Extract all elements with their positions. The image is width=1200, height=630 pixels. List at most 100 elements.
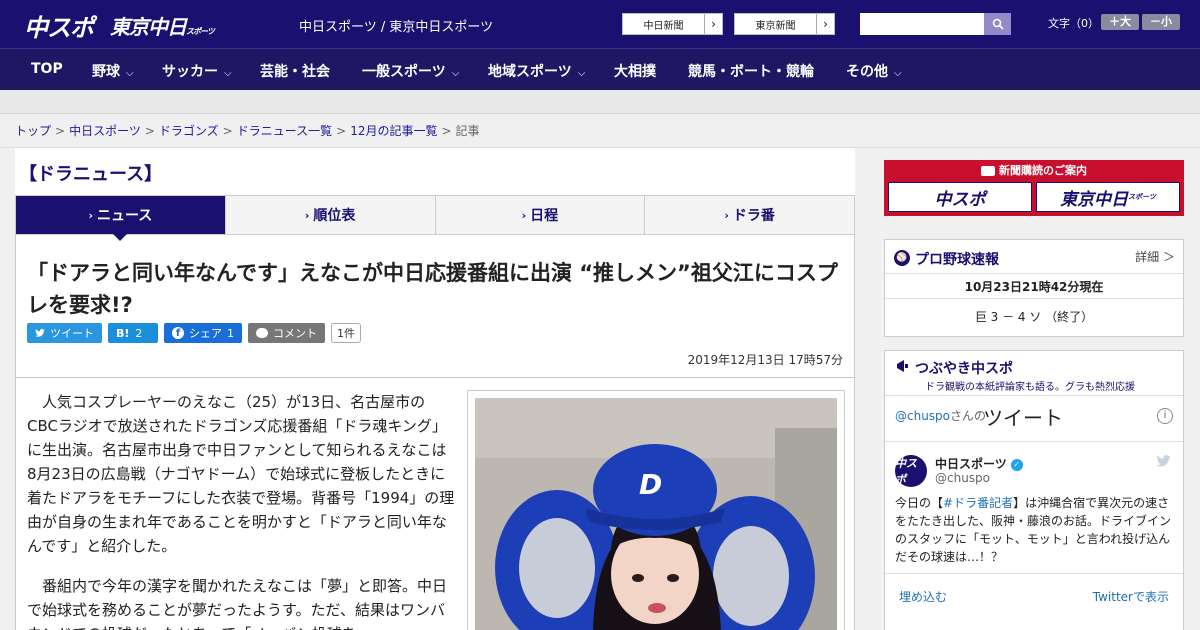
- breadcrumb-link[interactable]: 12月の記事一覧: [350, 124, 437, 138]
- tab-news[interactable]: › ニュース: [16, 196, 226, 241]
- twitter-bird-icon[interactable]: [1156, 455, 1171, 471]
- chunichi-sports-logo[interactable]: 中スポ: [24, 8, 94, 43]
- baseball-score-widget: ⚾ プロ野球速報 詳細 ＞ 10月23日21時42分現在 巨 3 － 4 ソ （…: [884, 239, 1184, 337]
- article-photo-frame: D: [467, 390, 845, 630]
- nav-label: サッカー: [162, 64, 218, 80]
- tweet-button[interactable]: ツイート: [27, 323, 102, 343]
- font-smaller-button[interactable]: －小: [1142, 14, 1180, 30]
- newspaper-icon: [981, 166, 995, 176]
- chevron-down-icon: ⌵: [224, 68, 232, 79]
- search-input[interactable]: [860, 13, 984, 35]
- chevron-right-icon: ›: [304, 208, 310, 222]
- chevron-right-icon: ›: [816, 14, 834, 34]
- breadcrumb-link[interactable]: ドラニュース一覧: [237, 124, 332, 138]
- info-icon[interactable]: i: [1157, 408, 1173, 424]
- tweet-account[interactable]: 中日スポーツ ✓: [935, 455, 1023, 472]
- tab-label: 順位表: [313, 208, 356, 224]
- article-paragraph: 人気コスプレーヤーのえなこ（25）が13日、名古屋市のCBCラジオで放送されたド…: [27, 393, 455, 555]
- nav-entertainment[interactable]: 芸能・社会: [260, 61, 330, 81]
- sub-nav-strip: [0, 90, 1200, 114]
- chevron-right-icon: ›: [724, 208, 729, 222]
- tweets-widget-subtitle: ドラ観戦の本紙評論家も語る。グラも熱烈応援: [925, 382, 1135, 393]
- site-header: 中スポ 東京中日スポーツ 中日スポーツ / 東京中日スポーツ 中日新聞 › 東京…: [0, 0, 1200, 48]
- subscription-banner-text: 新聞購読のご案内: [999, 164, 1087, 177]
- megaphone-icon: [896, 359, 910, 373]
- chevron-down-icon: ⌵: [451, 68, 460, 79]
- tweet-screen-name[interactable]: @chuspo: [935, 471, 990, 485]
- nav-other[interactable]: その他 ⌵: [846, 61, 902, 81]
- article-header: 「ドアラと同い年なんです」えなこが中日応援番組に出演 “推しメン”祖父江にコスプ…: [15, 235, 855, 377]
- facebook-share-button[interactable]: f シェア 1: [164, 323, 242, 343]
- tab-dora-ban[interactable]: › ドラ番: [645, 196, 854, 234]
- chevron-down-icon: ⌵: [894, 68, 902, 79]
- section-title: 【ドラニュース】: [19, 164, 163, 185]
- baseball-detail-link[interactable]: 詳細 ＞: [1135, 248, 1175, 265]
- tokyo-chunichi-logo[interactable]: 東京中日スポーツ: [110, 11, 215, 40]
- comment-button[interactable]: コメント: [248, 323, 325, 343]
- tab-label: ドラ番: [732, 208, 775, 224]
- nav-label: 芸能・社会: [260, 64, 330, 80]
- nav-regional-sports[interactable]: 地域スポーツ ⌵: [488, 61, 585, 81]
- chunichi-shimbun-link[interactable]: 中日新聞 ›: [622, 13, 723, 35]
- tweets-widget-title: つぶやき中スポ: [915, 361, 1013, 377]
- nav-label: 競馬・ボート・競輪: [688, 64, 814, 80]
- embed-link[interactable]: 埋め込む: [899, 588, 947, 605]
- tab-standings[interactable]: › 順位表: [226, 196, 436, 234]
- tweet-account-name: 中日スポーツ: [935, 457, 1007, 471]
- breadcrumb-separator: >: [144, 124, 155, 138]
- breadcrumb-link[interactable]: ドラゴンズ: [159, 124, 219, 138]
- site-description: 中日スポーツ / 東京中日スポーツ: [299, 20, 494, 35]
- comment-count: 1件: [331, 323, 361, 343]
- baseball-score-row[interactable]: 巨 3 － 4 ソ （終了）: [885, 308, 1183, 325]
- nav-soccer[interactable]: サッカー ⌵: [162, 61, 232, 81]
- article-body: 人気コスプレーヤーのえなこ（25）が13日、名古屋市のCBCラジオで放送されたド…: [15, 377, 855, 630]
- font-larger-button[interactable]: ＋大: [1101, 14, 1139, 30]
- main-nav: TOP 野球 ⌵ サッカー ⌵ 芸能・社会 一般スポーツ ⌵ 地域スポーツ ⌵ 大相撲 …: [0, 48, 1200, 90]
- subscription-banner[interactable]: 新聞購読のご案内 中スポ 東京中日 スポーツ: [884, 160, 1184, 216]
- nav-baseball[interactable]: 野球 ⌵: [92, 61, 134, 81]
- verified-badge-icon: ✓: [1010, 458, 1023, 471]
- tweet-handle-link[interactable]: @chuspo: [895, 409, 950, 423]
- tweet-text: 今日の【#ドラ番記者】は沖縄合宿で異次元の速さをたたき出した、阪神・藤浪のお話。…: [895, 494, 1177, 566]
- article-photo[interactable]: D: [475, 398, 837, 630]
- tweet-text-before: 今日の【: [895, 496, 944, 510]
- speech-bubble-icon: [256, 328, 268, 338]
- breadcrumb-separator: >: [222, 124, 233, 138]
- tab-label: ニュース: [96, 208, 153, 224]
- view-on-twitter-link[interactable]: Twitterで表示: [1093, 588, 1169, 605]
- divider: [885, 441, 1183, 442]
- hatena-bookmark-button[interactable]: B! 2: [108, 323, 158, 343]
- breadcrumb-link[interactable]: トップ: [15, 124, 51, 138]
- nav-label: 一般スポーツ: [362, 64, 446, 80]
- font-size-label: 文字（0）: [1048, 17, 1099, 30]
- nav-general-sports[interactable]: 一般スポーツ ⌵: [362, 61, 459, 81]
- chunichi-shimbun-label: 中日新聞: [643, 20, 684, 32]
- breadcrumb-separator: >: [55, 124, 66, 138]
- nav-label: 野球: [92, 64, 120, 80]
- baseball-widget-title: プロ野球速報: [915, 252, 999, 268]
- search-icon: [992, 18, 1004, 30]
- facebook-count: 1: [227, 326, 234, 340]
- breadcrumb-separator: >: [441, 124, 452, 138]
- avatar[interactable]: 中スポ: [895, 455, 927, 487]
- breadcrumb-link[interactable]: 中日スポーツ: [69, 124, 141, 138]
- facebook-share-label: シェア: [189, 327, 222, 340]
- ad-logo-tokyo-chunichi-sub: スポーツ: [1128, 193, 1156, 201]
- nav-keiba[interactable]: 競馬・ボート・競輪: [688, 61, 814, 81]
- tweet-widget-footer: 埋め込む Twitterで表示: [885, 573, 1183, 630]
- chevron-right-icon: ›: [521, 208, 527, 222]
- article-headline: 「ドアラと同い年なんです」えなこが中日応援番組に出演 “推しメン”祖父江にコスプ…: [27, 261, 838, 317]
- svg-text:D: D: [639, 468, 662, 501]
- divider: [885, 395, 1183, 396]
- tweet-hashtag-link[interactable]: #ドラ番記者: [943, 496, 1013, 510]
- tab-schedule[interactable]: › 日程: [436, 196, 646, 234]
- search-button[interactable]: [984, 13, 1011, 35]
- news-tabs: › ニュース › 順位表 › 日程 › ドラ番: [15, 195, 855, 241]
- breadcrumb-current: 記事: [455, 124, 480, 138]
- nav-sumo[interactable]: 大相撲: [614, 61, 656, 81]
- share-buttons: ツイート B! 2 f シェア 1 コメント 1件: [27, 323, 361, 343]
- tweets-widget: つぶやき中スポ ドラ観戦の本紙評論家も語る。グラも熱烈応援 @chuspoさんの…: [884, 350, 1184, 630]
- tokyo-shimbun-link[interactable]: 東京新聞 ›: [734, 13, 835, 35]
- nav-top[interactable]: TOP: [31, 61, 63, 77]
- tokyo-chunichi-logo-text: 東京中日: [110, 15, 187, 39]
